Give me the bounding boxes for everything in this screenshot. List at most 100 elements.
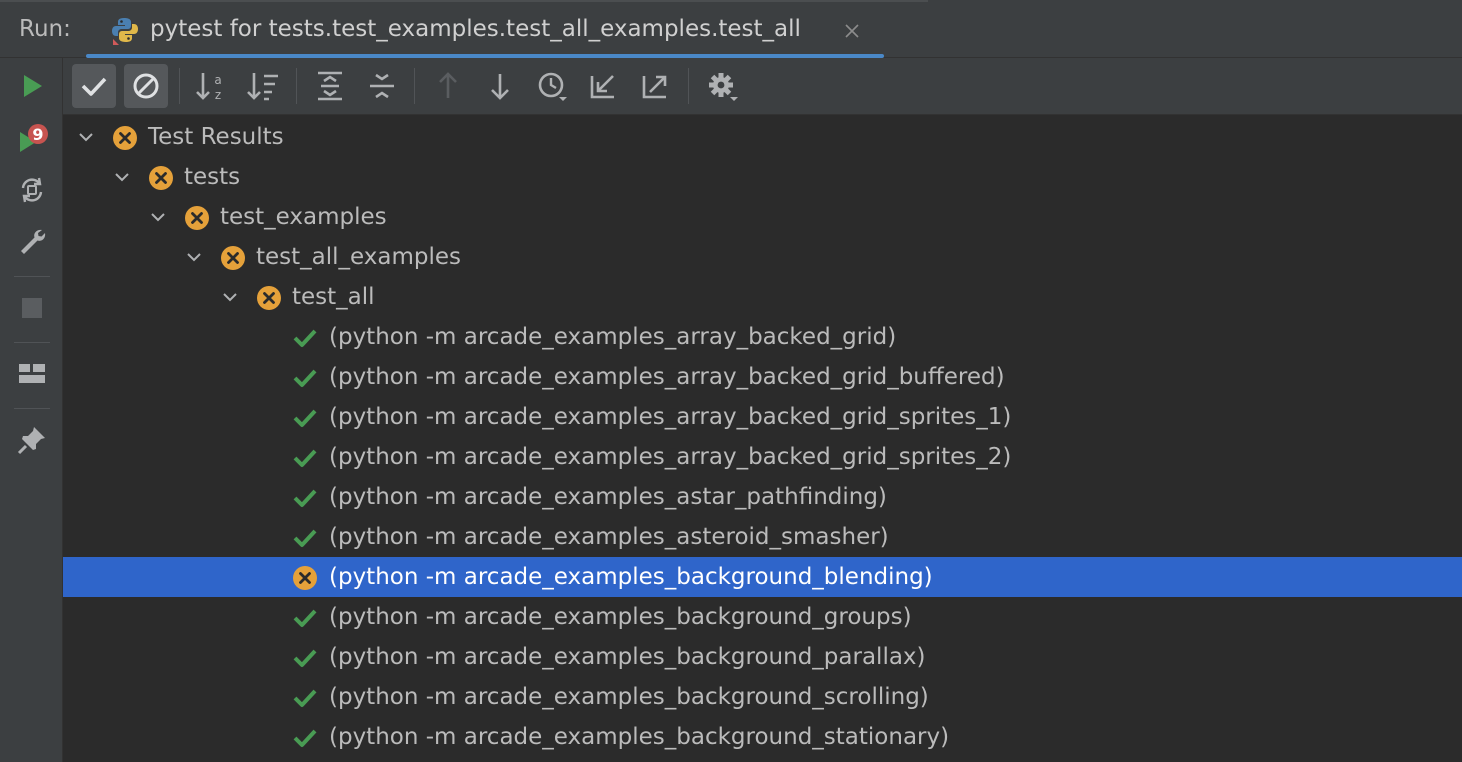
settings-wrench-button[interactable] (14, 224, 50, 260)
stop-icon (22, 298, 42, 318)
rerun-failed-button[interactable]: 9 (14, 120, 50, 156)
divider (14, 276, 50, 277)
run-tool-window: Run: pytest for tests.test_examples.test… (0, 0, 1462, 762)
test-history-button[interactable] (530, 64, 574, 108)
chevron-down-icon[interactable] (148, 207, 168, 227)
close-icon[interactable] (842, 21, 862, 41)
sort-by-duration-button[interactable] (241, 64, 285, 108)
tree-node-label: (python -m arcade_examples_array_backed_… (329, 324, 897, 350)
expand-all-icon (318, 71, 342, 101)
test-toolbar: a z (63, 58, 1462, 115)
rerun-icon (24, 75, 42, 97)
test-passed-icon (293, 729, 317, 747)
collapse-all-icon (370, 73, 394, 99)
svg-text:z: z (215, 88, 221, 102)
rerun-button[interactable] (14, 68, 50, 104)
next-failed-button[interactable] (478, 64, 522, 108)
toggle-auto-test-button[interactable] (14, 172, 50, 208)
tree-node-label: (python -m arcade_examples_astar_pathfin… (329, 484, 887, 510)
test-passed-icon (293, 649, 317, 667)
collapse-all-button[interactable] (360, 64, 404, 108)
divider (179, 68, 180, 104)
chevron-down-icon[interactable] (112, 167, 132, 187)
sort-alphabetically-button[interactable]: a z (189, 64, 233, 108)
tree-leaf[interactable]: (python -m arcade_examples_array_backed_… (63, 437, 1462, 477)
settings-icon (709, 73, 738, 101)
test-failed-icon (185, 206, 209, 230)
layout-button[interactable] (14, 356, 50, 392)
tree-leaf[interactable]: (python -m arcade_examples_background_sc… (63, 677, 1462, 717)
tree-leaf[interactable]: (python -m arcade_examples_array_backed_… (63, 397, 1462, 437)
tree-node-label: test_all_examples (256, 244, 462, 270)
pin-icon (17, 427, 45, 455)
tree-node[interactable]: test_all (63, 277, 1462, 317)
next-failed-icon (491, 74, 509, 100)
export-tests-button[interactable] (634, 64, 678, 108)
show-ignored-button[interactable] (124, 64, 168, 108)
chevron-down-icon[interactable] (184, 247, 204, 267)
tree-leaf[interactable]: (python -m arcade_examples_background_st… (63, 717, 1462, 757)
run-label: Run: (19, 16, 71, 42)
run-side-toolbar: 9 (0, 58, 63, 762)
test-passed-icon (293, 329, 317, 347)
divider (14, 408, 50, 409)
test-passed-icon (293, 449, 317, 467)
pin-button[interactable] (14, 422, 50, 458)
chevron-down-icon[interactable] (76, 127, 96, 147)
tree-leaf[interactable]: (python -m arcade_examples_background_bl… (63, 557, 1462, 597)
tree-node[interactable]: test_all_examples (63, 237, 1462, 277)
stop-button[interactable] (14, 290, 50, 326)
test-passed-icon (293, 409, 317, 427)
test-results-tree: Test Results tests test_examples test_all_e… (63, 116, 1462, 762)
test-passed-icon (293, 689, 317, 707)
tree-node-label: test_examples (220, 204, 387, 230)
show-passed-button[interactable] (72, 64, 116, 108)
test-history-icon (538, 72, 567, 101)
test-failed-icon (257, 286, 281, 310)
tree-leaf[interactable]: (python -m arcade_examples_astar_pathfin… (63, 477, 1462, 517)
divider (14, 342, 50, 343)
test-passed-icon (293, 529, 317, 547)
tree-node[interactable]: Test Results (63, 117, 1462, 157)
import-tests-button[interactable] (582, 64, 626, 108)
tree-node-label: (python -m arcade_examples_array_backed_… (329, 404, 1012, 430)
tree-node[interactable]: test_examples (63, 197, 1462, 237)
tree-leaf[interactable]: (python -m arcade_examples_asteroid_smas… (63, 517, 1462, 557)
tree-node-label: (python -m arcade_examples_array_backed_… (329, 364, 1005, 390)
run-tab-bar: Run: pytest for tests.test_examples.test… (0, 0, 1462, 58)
chevron-down-icon[interactable] (220, 287, 240, 307)
show-passed-icon (81, 77, 107, 96)
divider (414, 68, 415, 104)
tree-node-label: test_all (292, 284, 375, 310)
tree-node-label: (python -m arcade_examples_background_pa… (329, 644, 926, 670)
tree-node-label: (python -m arcade_examples_background_gr… (329, 604, 912, 630)
divider (0, 0, 928, 2)
show-ignored-icon (133, 73, 159, 99)
test-passed-icon (293, 489, 317, 507)
run-config-tab[interactable]: pytest for tests.test_examples.test_all_… (86, 6, 884, 58)
tree-leaf[interactable]: (python -m arcade_examples_array_backed_… (63, 357, 1462, 397)
previous-failed-icon (439, 72, 457, 98)
tree-node[interactable]: tests (63, 157, 1462, 197)
test-failed-icon (293, 566, 317, 590)
test-passed-icon (293, 369, 317, 387)
previous-failed-button[interactable] (426, 64, 470, 108)
python-icon (112, 18, 138, 45)
tree-leaf[interactable]: (python -m arcade_examples_background_gr… (63, 597, 1462, 637)
export-tests-icon (642, 75, 667, 99)
toggle-auto-test-icon (21, 177, 43, 203)
tree-node-label: tests (184, 164, 241, 190)
tree-node-label: (python -m arcade_examples_array_backed_… (329, 444, 1012, 470)
tree-node-label: Test Results (148, 124, 284, 150)
svg-text:a: a (214, 73, 221, 87)
divider (688, 68, 689, 104)
sort-by-duration-icon (247, 73, 278, 101)
tree-leaf[interactable]: (python -m arcade_examples_array_backed_… (63, 317, 1462, 357)
wrench-icon (21, 229, 46, 254)
run-config-tab-title: pytest for tests.test_examples.test_all_… (150, 16, 801, 42)
expand-all-button[interactable] (308, 64, 352, 108)
settings-button[interactable] (700, 64, 744, 108)
rerun-failed-badge: 9 (32, 125, 43, 144)
import-tests-icon (590, 75, 614, 99)
tree-leaf[interactable]: (python -m arcade_examples_background_pa… (63, 637, 1462, 677)
